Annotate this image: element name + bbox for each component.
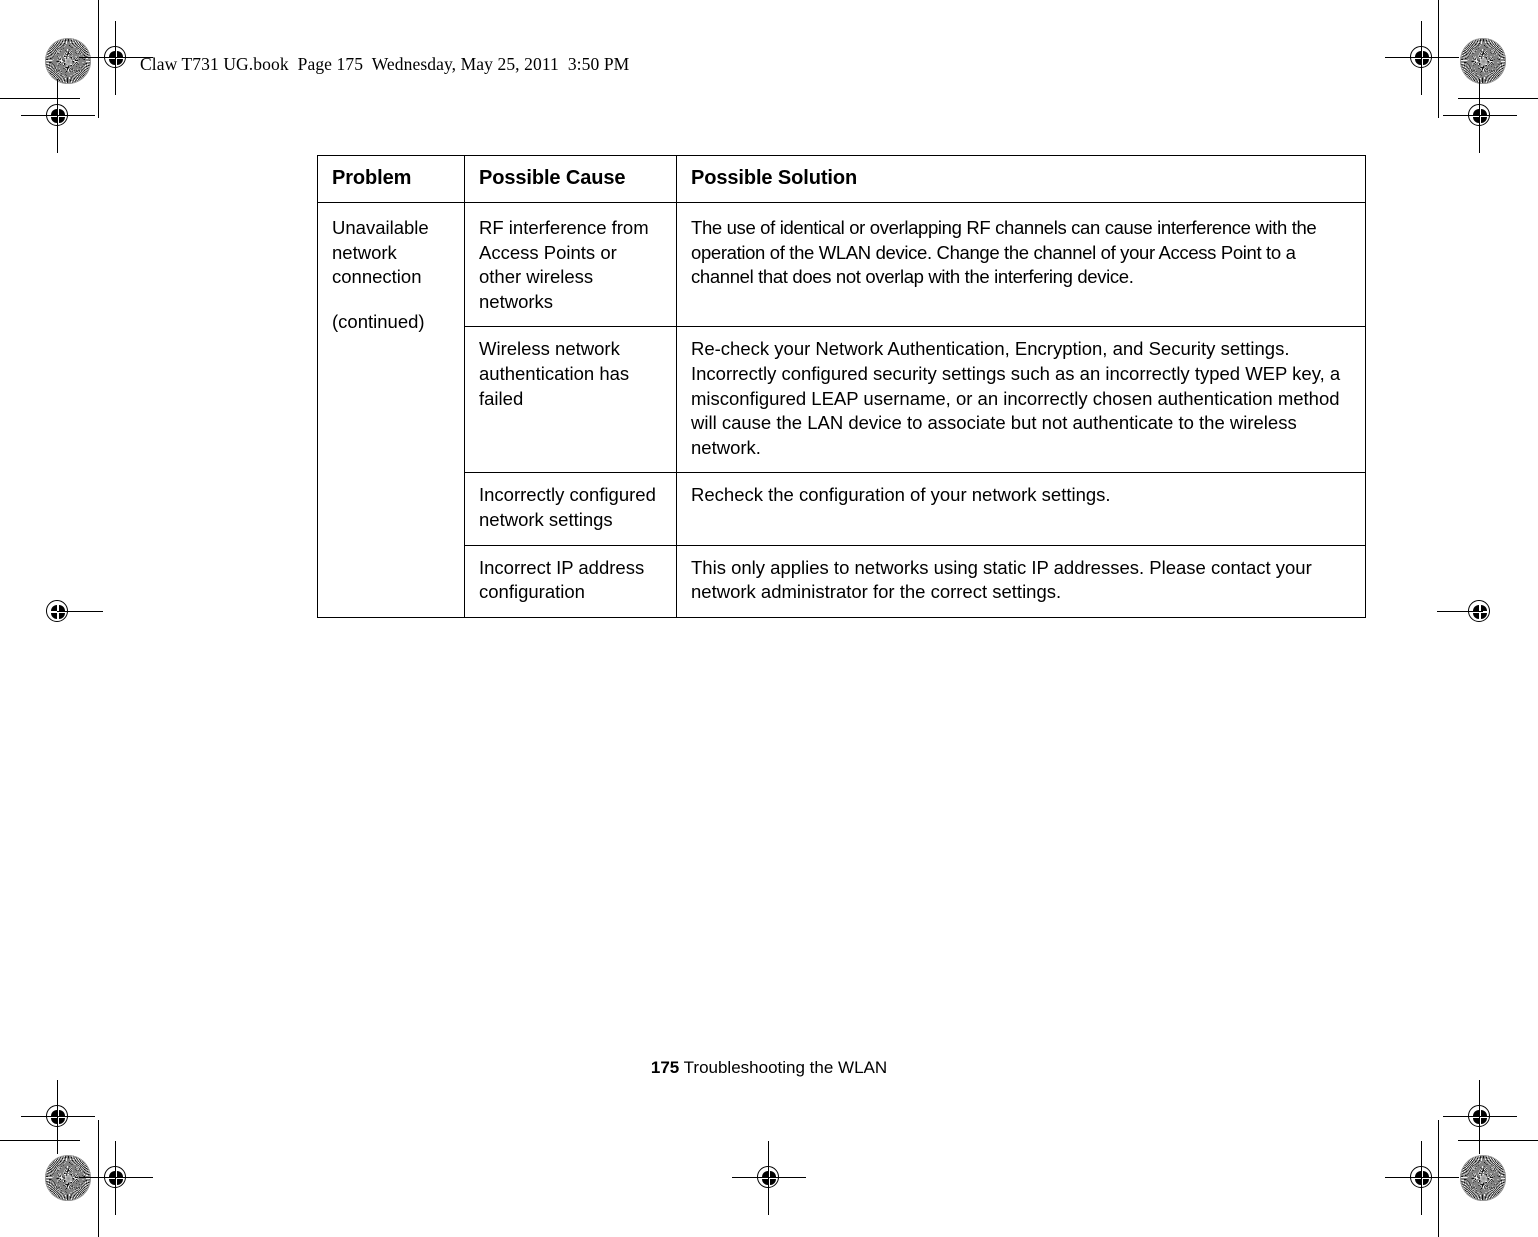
registration-crosshair-lower-left-margin — [21, 1080, 95, 1154]
troubleshooting-table-container: Problem Possible Cause Possible Solution… — [317, 155, 1366, 618]
registration-crosshair-bottom-right — [1385, 1141, 1459, 1215]
footer-page-number: 175 — [650, 1058, 680, 1077]
registration-crosshair-bottom-left — [79, 1141, 153, 1215]
troubleshooting-table: Problem Possible Cause Possible Solution… — [317, 155, 1366, 618]
table-header: Problem Possible Cause Possible Solution — [317, 155, 1366, 203]
trim-line-bottom-right-corner — [1458, 1140, 1538, 1142]
registration-crosshair-upper-right-margin — [1443, 79, 1517, 153]
file-header-slug: Claw T731 UG.book Page 175 Wednesday, Ma… — [140, 54, 630, 74]
registration-rosette-top-right — [1460, 38, 1506, 84]
problem-continued-note: (continued) — [332, 310, 425, 332]
trim-line-bottom-left-corner — [0, 1140, 80, 1142]
column-header-problem: Problem — [317, 155, 465, 203]
registration-crosshair-middle-right — [1437, 589, 1503, 635]
solution-cell: This only applies to networks using stat… — [676, 544, 1366, 618]
registration-crosshair-top-left — [79, 21, 153, 95]
table-body: Unavailable network connection (continue… — [317, 202, 1366, 618]
page-footer: 175 Troubleshooting the WLAN — [0, 1058, 1538, 1078]
registration-crosshair-bottom-center — [732, 1141, 806, 1215]
column-header-possible-cause: Possible Cause — [464, 155, 677, 203]
footer-section-title: Troubleshooting the WLAN — [683, 1058, 888, 1077]
solution-cell: The use of identical or overlapping RF c… — [691, 217, 1317, 288]
registration-rosette-top-left — [45, 38, 91, 84]
table-header-row: Problem Possible Cause Possible Solution — [317, 155, 1366, 203]
table-row: Unavailable network connection (continue… — [317, 206, 1366, 618]
solution-cell: Re-check your Network Authentication, En… — [676, 326, 1366, 473]
registration-rosette-bottom-right — [1460, 1155, 1506, 1201]
cause-cell: RF interference from Access Points or ot… — [464, 206, 677, 327]
registration-crosshair-top-right — [1385, 21, 1459, 95]
problem-cell: Unavailable network connection (continue… — [317, 206, 465, 618]
cause-cell: Incorrect IP address configuration — [464, 544, 677, 618]
table-row: Incorrect IP address configuration This … — [318, 544, 1366, 618]
problem-title: Unavailable network connection — [332, 217, 429, 288]
solution-cell: Recheck the configuration of your networ… — [676, 472, 1366, 546]
table-row: Incorrectly configured network settings … — [318, 472, 1366, 546]
column-header-possible-solution: Possible Solution — [676, 155, 1366, 203]
registration-crosshair-upper-left-margin — [21, 79, 95, 153]
cause-cell: Wireless network authentication has fail… — [464, 326, 677, 473]
registration-crosshair-middle-left — [35, 589, 103, 635]
table-row: Wireless network authentication has fail… — [318, 326, 1366, 473]
cause-cell: Incorrectly configured network settings — [464, 472, 677, 546]
registration-crosshair-lower-right-margin — [1443, 1080, 1517, 1154]
